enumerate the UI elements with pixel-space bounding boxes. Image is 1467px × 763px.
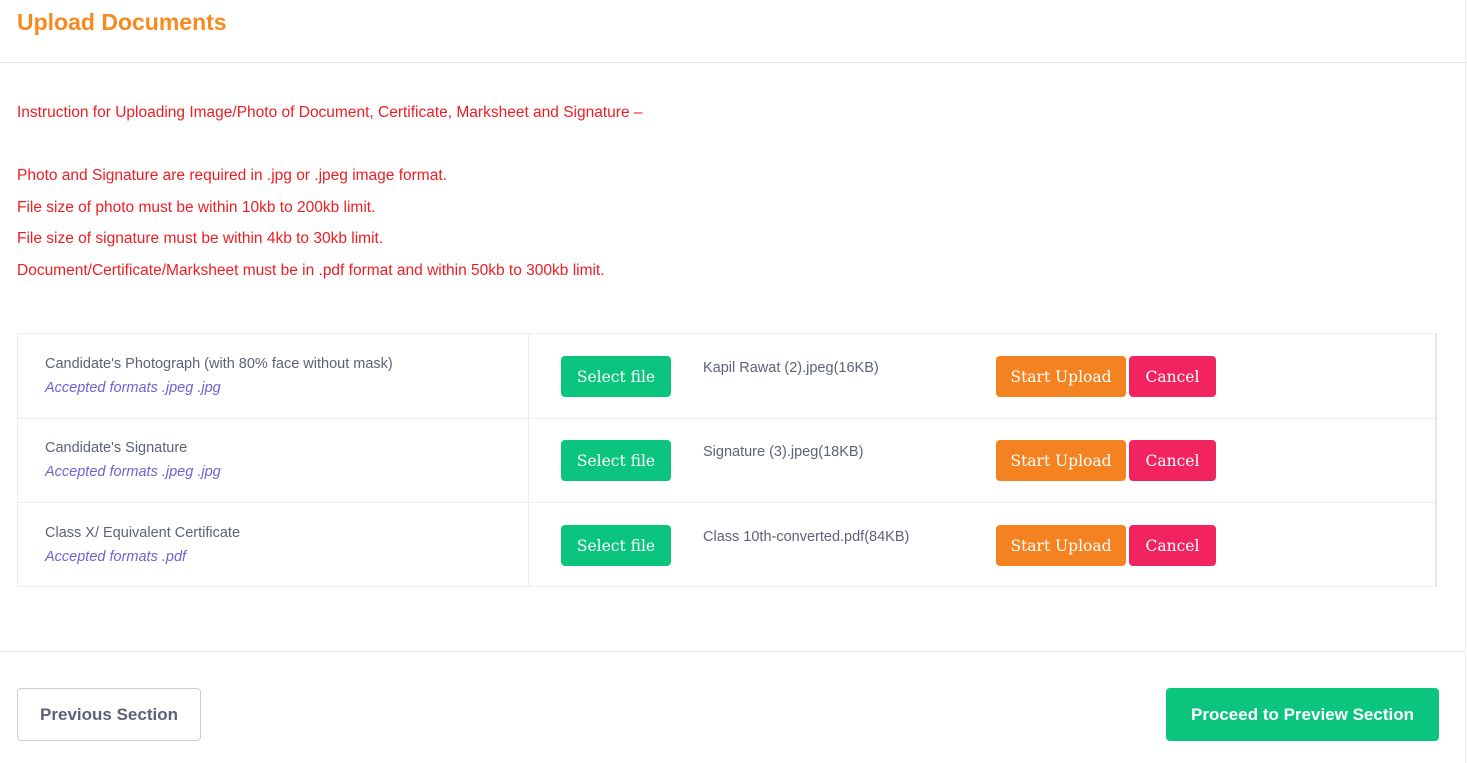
accepted-formats: Accepted formats .jpeg .jpg — [45, 380, 221, 396]
column-divider — [528, 334, 529, 418]
footer-divider — [0, 651, 1465, 652]
cancel-upload-button[interactable]: Cancel — [1129, 440, 1216, 481]
accepted-formats: Accepted formats .jpeg .jpg — [45, 464, 221, 480]
selected-file-name: Kapil Rawat (2).jpeg(16KB) — [703, 360, 879, 376]
instruction-line: File size of photo must be within 10kb t… — [17, 199, 376, 216]
start-upload-button[interactable]: Start Upload — [996, 440, 1126, 481]
select-file-button[interactable]: Select file — [561, 356, 671, 397]
upload-row-signature: Candidate's Signature Accepted formats .… — [18, 418, 1435, 503]
selected-file-name: Signature (3).jpeg(18KB) — [703, 444, 864, 460]
select-file-button[interactable]: Select file — [561, 440, 671, 481]
document-label: Candidate's Signature — [45, 440, 188, 456]
instruction-line: Photo and Signature are required in .jpg… — [17, 167, 447, 184]
cancel-upload-button[interactable]: Cancel — [1129, 356, 1216, 397]
instruction-line: File size of signature must be within 4k… — [17, 230, 384, 247]
upload-table: Candidate's Photograph (with 80% face wi… — [17, 333, 1437, 587]
page-edge — [1465, 0, 1466, 763]
upload-row-photograph: Candidate's Photograph (with 80% face wi… — [18, 334, 1435, 419]
card-header: Upload Documents — [0, 0, 1467, 63]
previous-section-button[interactable]: Previous Section — [17, 688, 201, 741]
start-upload-button[interactable]: Start Upload — [996, 356, 1126, 397]
instruction-line: Document/Certificate/Marksheet must be i… — [17, 262, 605, 279]
accepted-formats: Accepted formats .pdf — [45, 549, 187, 565]
start-upload-button[interactable]: Start Upload — [996, 525, 1126, 566]
column-divider — [528, 503, 529, 587]
select-file-button[interactable]: Select file — [561, 525, 671, 566]
upload-row-certificate: Class X/ Equivalent Certificate Accepted… — [18, 503, 1435, 587]
document-label: Candidate's Photograph (with 80% face wi… — [45, 356, 393, 372]
column-divider — [528, 418, 529, 502]
instructions-heading: Instruction for Uploading Image/Photo of… — [17, 104, 643, 121]
page-title: Upload Documents — [17, 9, 227, 35]
document-label: Class X/ Equivalent Certificate — [45, 525, 241, 541]
selected-file-name: Class 10th-converted.pdf(84KB) — [703, 529, 910, 545]
proceed-to-preview-button[interactable]: Proceed to Preview Section — [1166, 688, 1439, 741]
cancel-upload-button[interactable]: Cancel — [1129, 525, 1216, 566]
